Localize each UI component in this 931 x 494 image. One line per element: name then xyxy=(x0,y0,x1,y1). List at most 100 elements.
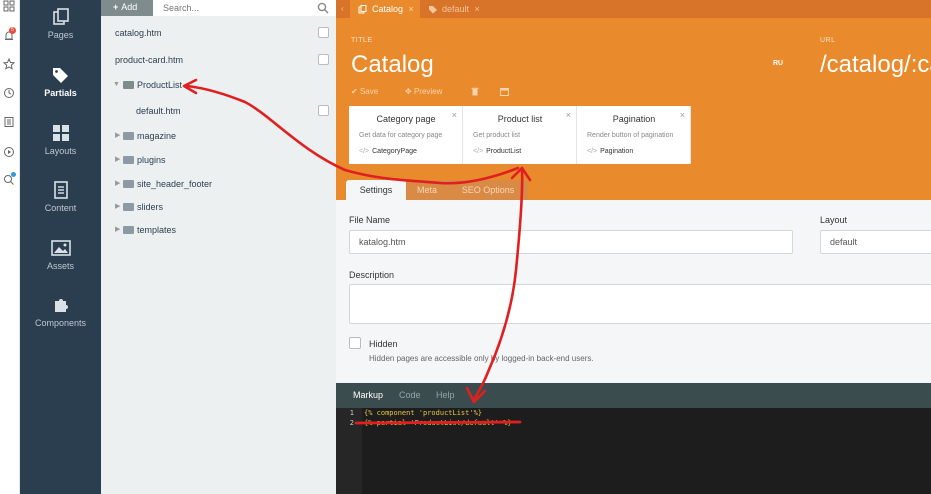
list-icon[interactable] xyxy=(2,116,16,130)
caret-right-icon[interactable]: ▶ xyxy=(115,125,120,147)
component-card-product-list[interactable]: Product list × Get product list </> Produ… xyxy=(463,106,577,164)
tree-file-row[interactable]: catalog.htm xyxy=(101,22,336,44)
row-checkbox[interactable] xyxy=(318,27,329,38)
close-icon[interactable]: × xyxy=(452,110,457,120)
caret-right-icon[interactable]: ▶ xyxy=(115,149,120,171)
tab-seo-options[interactable]: SEO Options xyxy=(448,180,528,200)
layout-select[interactable]: default xyxy=(820,230,931,254)
tree-folder-row[interactable]: ▼ ProductList xyxy=(101,74,336,96)
add-button[interactable]: + Add xyxy=(101,0,153,16)
tree-folder-row[interactable]: ▶ templates xyxy=(101,219,336,241)
code-line[interactable]: {% component 'productList'%} xyxy=(364,409,482,417)
preview-label: Preview xyxy=(413,87,443,96)
apps-icon[interactable] xyxy=(2,0,16,14)
tab-catalog[interactable]: Catalog × xyxy=(350,0,420,18)
caret-right-icon[interactable]: ▶ xyxy=(115,219,120,241)
assets-icon xyxy=(50,240,71,256)
nav-item-components[interactable]: Components xyxy=(20,296,101,328)
nav-item-layouts[interactable]: Layouts xyxy=(20,124,101,156)
component-alias-row: </> ProductList xyxy=(473,148,521,155)
component-alias-row: </> CategoryPage xyxy=(359,148,417,155)
page-title[interactable]: Catalog xyxy=(351,51,434,79)
preview-button[interactable]: ✥ Preview xyxy=(405,87,442,96)
tree-folder-row[interactable]: ▶ magazine xyxy=(101,125,336,147)
tab-label: Catalog xyxy=(372,4,404,14)
page-url[interactable]: /catalog/:ca xyxy=(820,51,931,79)
star-icon[interactable] xyxy=(2,57,16,72)
save-button[interactable]: ✔ Save xyxy=(351,87,378,96)
tags-icon xyxy=(429,6,437,14)
chevron-left-icon[interactable]: ‹ xyxy=(341,0,344,18)
folder-icon xyxy=(123,226,134,234)
play-icon[interactable] xyxy=(2,146,16,160)
line-number: 1 xyxy=(349,409,354,417)
caret-right-icon[interactable]: ▶ xyxy=(115,173,120,195)
hidden-checkbox[interactable] xyxy=(349,337,361,349)
tree-file-row[interactable]: default.htm xyxy=(101,100,336,122)
component-description: Render button of pagination xyxy=(587,132,674,139)
nav-item-content[interactable]: Content xyxy=(20,181,101,213)
caret-right-icon[interactable]: ▶ xyxy=(115,196,120,218)
language-switcher[interactable]: RU xyxy=(773,60,783,67)
code-line[interactable]: {% partial 'ProductList/default' %} xyxy=(364,419,512,427)
caret-down-icon[interactable]: ▼ xyxy=(113,74,120,96)
search-icon[interactable] xyxy=(317,1,329,19)
settings-form: File Name katalog.htm Layout default Des… xyxy=(336,200,931,383)
code-editor[interactable]: 1 2 {% component 'productList'%} {% part… xyxy=(336,408,931,494)
tab-label: default xyxy=(442,4,470,14)
tab-markup[interactable]: Markup xyxy=(353,383,383,408)
row-checkbox[interactable] xyxy=(318,54,329,65)
file-name-label: File Name xyxy=(349,215,391,225)
tab-meta[interactable]: Meta xyxy=(406,180,448,200)
nav-label: Content xyxy=(44,203,77,213)
description-input[interactable] xyxy=(349,284,931,324)
component-name: Category page xyxy=(376,114,436,124)
tree-folder-row[interactable]: ▶ site_header_footer xyxy=(101,173,336,195)
close-icon[interactable]: × xyxy=(475,4,480,14)
folder-name: site_header_footer xyxy=(137,179,213,189)
tree-folder-row[interactable]: ▶ sliders xyxy=(101,196,336,218)
close-icon[interactable]: × xyxy=(566,110,571,120)
tab-default[interactable]: default × xyxy=(420,0,486,18)
pages-icon xyxy=(52,8,69,25)
tab-code[interactable]: Code xyxy=(399,383,421,408)
nav-item-partials[interactable]: Partials xyxy=(20,66,101,98)
clock-icon[interactable] xyxy=(2,87,16,101)
component-card-pagination[interactable]: Pagination × Render button of pagination… xyxy=(577,106,691,164)
tree-toolbar: + Add xyxy=(101,0,336,16)
tab-help[interactable]: Help xyxy=(436,383,455,408)
editor-tabs: Markup Code Help xyxy=(336,383,931,408)
partials-tree-panel: +Add catalog.htm product-card.htm ▼ Prod… xyxy=(101,0,336,494)
description-label: Description xyxy=(349,270,395,280)
folder-name: sliders xyxy=(137,202,164,212)
line-gutter: 1 2 xyxy=(336,408,362,494)
close-icon[interactable]: × xyxy=(680,110,685,120)
hidden-hint: Hidden pages are accessible only by logg… xyxy=(369,354,594,363)
nav-item-assets[interactable]: Assets xyxy=(20,239,101,271)
tree-folder-row[interactable]: ▶ plugins xyxy=(101,149,336,171)
component-name: Product list xyxy=(497,114,543,124)
folder-icon xyxy=(123,156,134,164)
calendar-button[interactable] xyxy=(500,87,509,98)
tab-settings[interactable]: Settings xyxy=(346,180,406,200)
line-number: 2 xyxy=(349,419,354,427)
nav-label: Pages xyxy=(47,30,74,40)
file-name-input[interactable]: katalog.htm xyxy=(349,230,793,254)
nav-item-pages[interactable]: Pages xyxy=(20,8,101,40)
nav-label: Assets xyxy=(46,261,74,271)
icon-strip: 5 xyxy=(0,0,20,494)
file-name: catalog.htm xyxy=(115,28,162,38)
component-card-category-page[interactable]: Category page × Get data for category pa… xyxy=(349,106,463,164)
tree-file-row[interactable]: product-card.htm xyxy=(101,49,336,71)
row-checkbox[interactable] xyxy=(318,105,329,116)
nav-label: Partials xyxy=(44,88,77,98)
delete-button[interactable] xyxy=(471,87,479,98)
search-input[interactable] xyxy=(157,0,317,16)
check-icon: ✔ xyxy=(351,87,358,96)
component-description: Get product list xyxy=(473,132,521,139)
title-field-label: TITLE xyxy=(351,37,373,44)
preview-icon: ✥ xyxy=(405,87,412,96)
close-icon[interactable]: × xyxy=(409,4,414,14)
component-name: Pagination xyxy=(612,114,656,124)
notification-badge: 5 xyxy=(9,27,16,34)
